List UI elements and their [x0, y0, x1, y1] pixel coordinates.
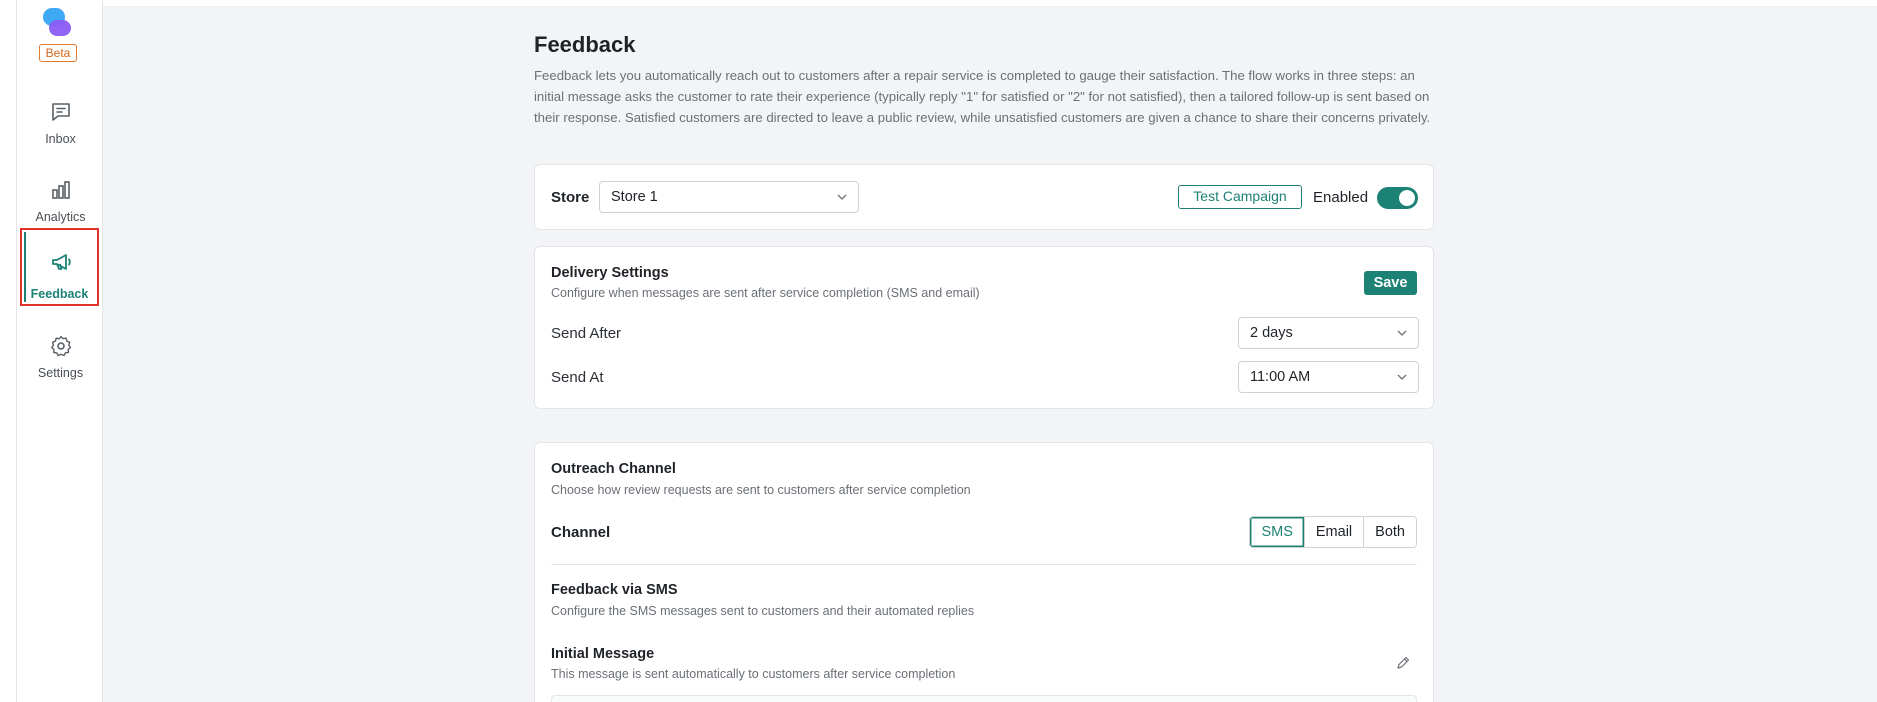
page-description: Feedback lets you automatically reach ou…	[534, 68, 1431, 125]
channel-option-both[interactable]: Both	[1363, 517, 1416, 547]
send-after-label: Send After	[551, 325, 622, 342]
beta-badge: Beta	[39, 44, 77, 62]
enabled-toggle[interactable]	[1377, 187, 1418, 209]
outreach-channel-card: Outreach Channel Choose how review reque…	[534, 442, 1434, 702]
outreach-title: Outreach Channel	[551, 461, 676, 477]
window-gutter	[0, 0, 16, 702]
delivery-subtitle: Configure when messages are sent after s…	[551, 286, 980, 300]
sidebar-item-label: Settings	[37, 366, 84, 380]
send-at-select[interactable]: 11:00 AM	[1238, 361, 1419, 393]
store-label: Store	[551, 189, 590, 206]
initial-message-box[interactable]	[551, 695, 1417, 702]
initial-message-subtitle: This message is sent automatically to cu…	[551, 667, 956, 681]
sms-section-subtitle: Configure the SMS messages sent to custo…	[551, 604, 975, 618]
test-campaign-button[interactable]: Test Campaign	[1178, 185, 1302, 209]
enabled-label: Enabled	[1313, 189, 1369, 206]
channel-option-sms[interactable]: SMS	[1250, 517, 1304, 547]
chevron-down-icon	[1397, 330, 1407, 336]
send-at-value: 11:00 AM	[1250, 369, 1311, 385]
chevron-down-icon	[837, 194, 847, 200]
send-after-select[interactable]: 2 days	[1238, 317, 1419, 349]
sidebar-item-settings[interactable]: Settings	[23, 322, 98, 396]
page-title: Feedback	[534, 32, 636, 57]
channel-selector: SMS Email Both	[1249, 516, 1417, 548]
send-at-label: Send At	[551, 369, 604, 386]
sidebar-item-feedback[interactable]: Feedback	[20, 228, 99, 306]
sidebar-item-label: Analytics	[35, 210, 86, 224]
toggle-knob	[1399, 190, 1415, 206]
pencil-icon[interactable]	[1395, 655, 1411, 671]
bar-chart-icon	[52, 181, 70, 199]
delivery-title: Delivery Settings	[551, 265, 669, 281]
store-card: Store Store 1 Test Campaign Enabled	[534, 164, 1434, 230]
sidebar-item-label: Inbox	[45, 132, 76, 146]
inbox-icon	[52, 103, 70, 121]
sidebar-item-label: Feedback	[30, 287, 89, 301]
sms-section-title: Feedback via SMS	[551, 582, 678, 598]
divider	[551, 564, 1417, 565]
gear-icon	[51, 335, 72, 357]
app-logo[interactable]	[43, 8, 73, 38]
top-bar	[103, 0, 1877, 7]
delivery-settings-card: Delivery Settings Configure when message…	[534, 246, 1434, 409]
sidebar-item-inbox[interactable]: Inbox	[23, 88, 98, 162]
send-after-value: 2 days	[1250, 325, 1293, 341]
outreach-subtitle: Choose how review requests are sent to c…	[551, 483, 971, 497]
channel-option-email[interactable]: Email	[1303, 517, 1364, 547]
initial-message-title: Initial Message	[551, 646, 655, 662]
chevron-down-icon	[1397, 374, 1407, 380]
store-select-value: Store 1	[611, 189, 658, 205]
channel-label: Channel	[551, 524, 611, 541]
sidebar: Beta Inbox Analytics Feedback Settings	[16, 0, 103, 702]
save-button[interactable]: Save	[1364, 271, 1417, 295]
megaphone-icon	[52, 254, 71, 270]
store-select[interactable]: Store 1	[599, 181, 859, 213]
